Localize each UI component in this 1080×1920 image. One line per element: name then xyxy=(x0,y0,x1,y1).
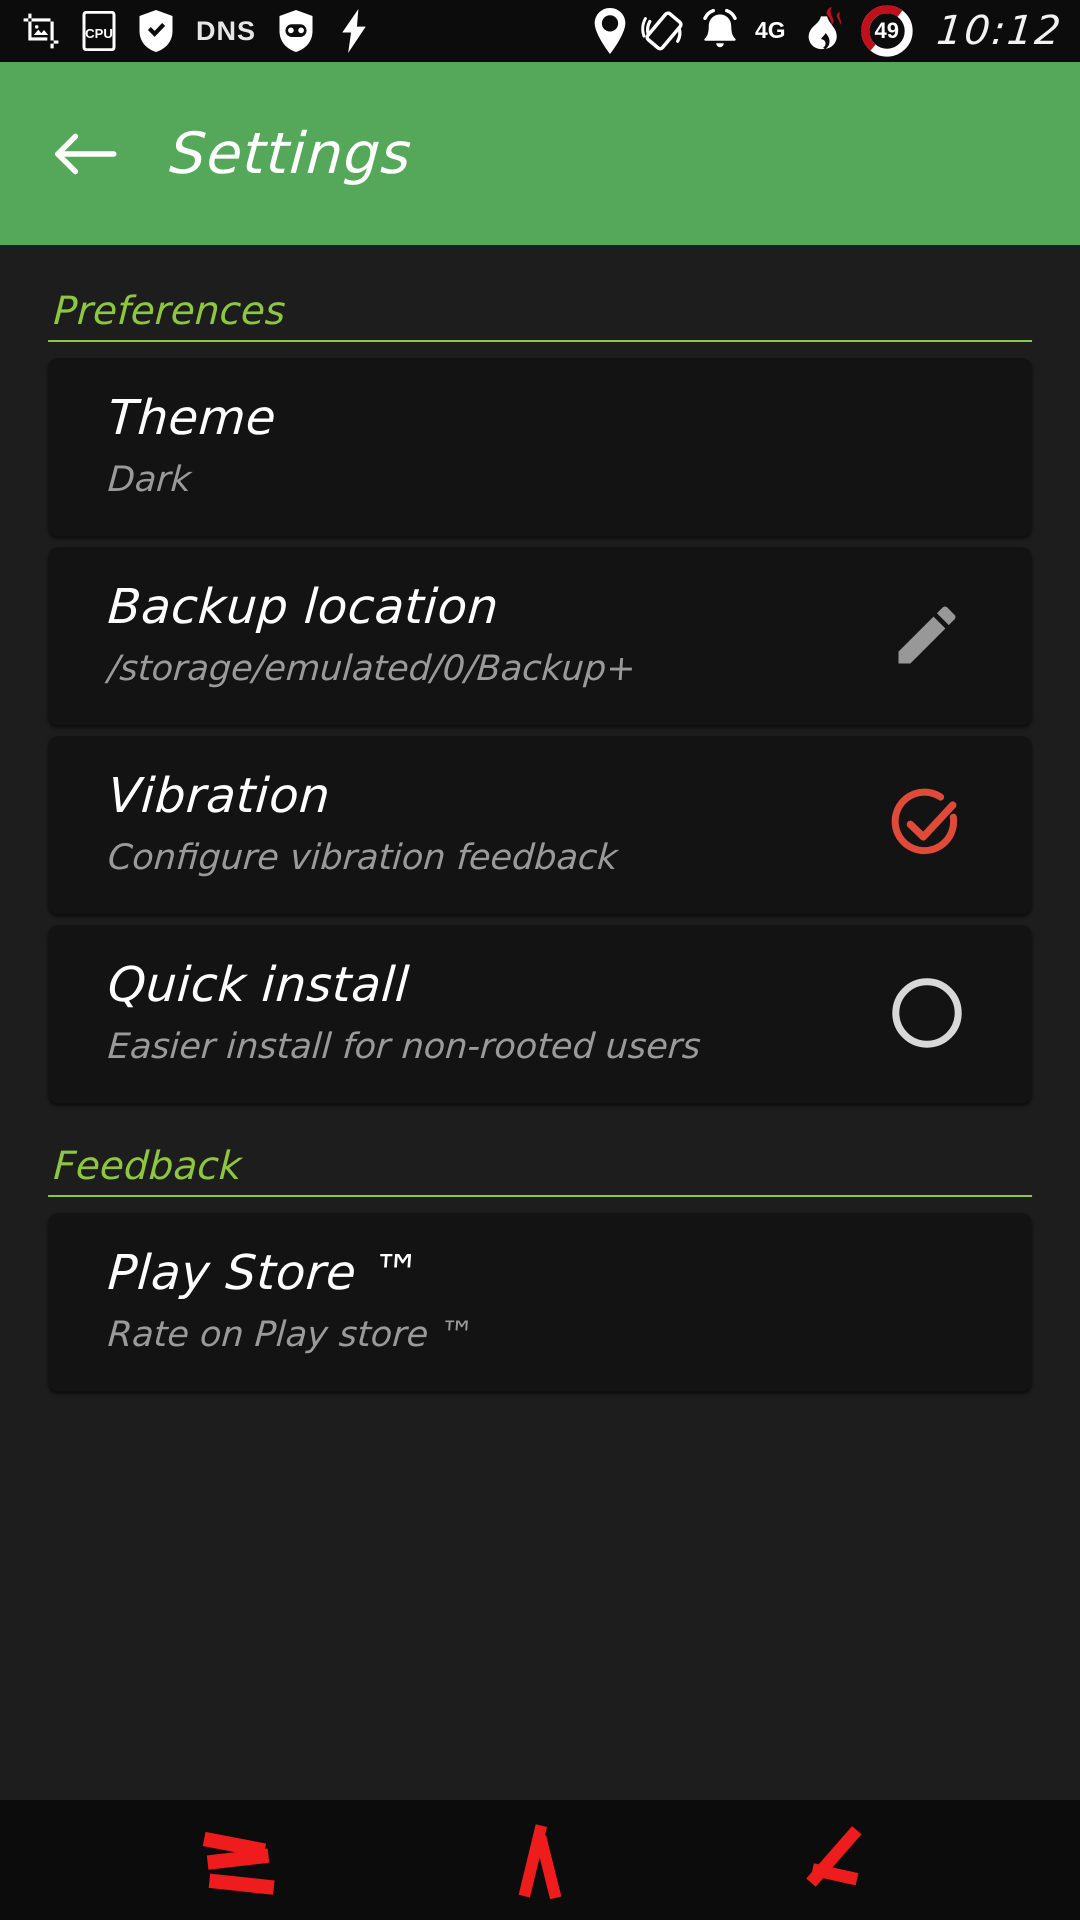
setting-subtitle: Rate on Play store ™ xyxy=(106,1314,476,1355)
setting-row-quick-install[interactable]: Quick install Easier install for non-roo… xyxy=(48,925,1032,1103)
setting-row-theme[interactable]: Theme Dark xyxy=(48,358,1032,536)
alarm-bell-icon xyxy=(699,8,741,54)
battery-indicator: 49 xyxy=(861,5,913,57)
screenshot-crop-icon xyxy=(22,12,60,50)
setting-text: Backup location /storage/emulated/0/Back… xyxy=(106,579,858,689)
phone-screen: CPU DNS 4G 49 10:12 Settings Preferences… xyxy=(0,0,1080,1920)
setting-text: Play Store ™ Rate on Play store ™ xyxy=(106,1245,972,1355)
svg-text:4G: 4G xyxy=(755,17,785,43)
recents-icon[interactable] xyxy=(182,1805,312,1915)
settings-list: Preferences Theme Dark Backup location /… xyxy=(0,245,1080,1800)
home-icon[interactable] xyxy=(475,1805,605,1915)
setting-row-vibration[interactable]: Vibration Configure vibration feedback xyxy=(48,736,1032,914)
setting-subtitle: Configure vibration feedback xyxy=(106,837,619,878)
shield-check-icon xyxy=(138,10,174,52)
setting-title: Vibration xyxy=(106,768,333,824)
empty-circle-icon[interactable] xyxy=(882,968,972,1058)
location-pin-icon xyxy=(593,8,627,54)
setting-row-backup-location[interactable]: Backup location /storage/emulated/0/Back… xyxy=(48,547,1032,725)
back-nav-icon[interactable] xyxy=(768,1805,898,1915)
status-bar-clock: 10:12 xyxy=(934,8,1065,54)
app-bar: Settings xyxy=(0,62,1080,245)
check-circle-icon[interactable] xyxy=(882,779,972,869)
section-header-feedback: Feedback xyxy=(48,1114,1037,1197)
setting-text: Quick install Easier install for non-roo… xyxy=(106,957,858,1067)
flash-icon xyxy=(336,9,372,53)
dns-icon: DNS xyxy=(196,15,257,46)
network-4g-icon: 4G xyxy=(755,16,795,46)
edit-pencil-icon[interactable] xyxy=(882,590,972,680)
setting-text: Vibration Configure vibration feedback xyxy=(106,768,858,878)
status-bar-left-icons: CPU DNS xyxy=(22,9,372,53)
page-title: Settings xyxy=(167,120,415,187)
setting-title: Quick install xyxy=(106,957,412,1013)
burning-battery-icon xyxy=(801,6,847,56)
setting-text: Theme Dark xyxy=(106,390,972,500)
svg-text:CPU: CPU xyxy=(85,26,113,41)
section-header-preferences: Preferences xyxy=(48,245,1038,342)
setting-subtitle: Easier install for non-rooted users xyxy=(106,1026,702,1067)
setting-title: Backup location xyxy=(106,579,501,635)
setting-subtitle: Dark xyxy=(106,459,193,500)
auto-rotate-icon xyxy=(641,8,685,54)
setting-title: Theme xyxy=(106,390,279,446)
back-arrow-icon[interactable] xyxy=(52,121,118,187)
adaway-shield-icon xyxy=(278,10,314,52)
setting-row-play-store[interactable]: Play Store ™ Rate on Play store ™ xyxy=(48,1213,1032,1391)
android-navigation-bar xyxy=(0,1800,1080,1920)
cpu-icon: CPU xyxy=(82,11,116,51)
status-bar-right-icons: 4G 49 10:12 xyxy=(593,5,1065,57)
battery-percent-label: 49 xyxy=(874,18,899,43)
status-bar: CPU DNS 4G 49 10:12 xyxy=(0,0,1080,62)
setting-title: Play Store ™ xyxy=(106,1245,423,1301)
setting-subtitle: /storage/emulated/0/Backup+ xyxy=(106,648,637,689)
